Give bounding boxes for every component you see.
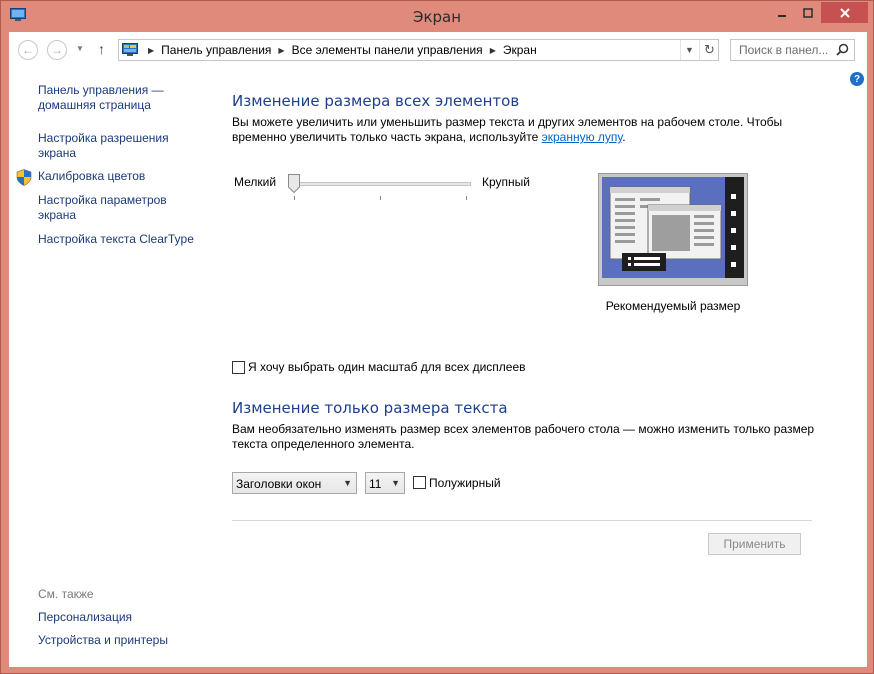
- search-placeholder: Поиск в панел...: [739, 43, 829, 57]
- breadcrumb-item[interactable]: Панель управления: [161, 43, 271, 57]
- navigation-bar: ← → ▼ ↑ ▶ Панель управления ▶ Все элемен…: [9, 32, 867, 65]
- sidebar-link-devices-printers[interactable]: Устройства и принтеры: [38, 633, 168, 648]
- forward-arrow-icon: →: [51, 43, 63, 57]
- breadcrumb-arrow-icon[interactable]: ▶: [490, 46, 496, 55]
- content-area: ? Панель управления — домашняя страница …: [9, 65, 867, 667]
- divider: [232, 520, 812, 521]
- chevron-down-icon: ▼: [76, 44, 84, 53]
- back-arrow-icon: ←: [22, 43, 34, 57]
- slider-tick: [380, 196, 381, 200]
- minimize-button[interactable]: [768, 2, 795, 23]
- slider-max-label: Крупный: [482, 175, 530, 189]
- window: Экран ← → ▼ ↑ ▶ Панель управления ▶ Все …: [0, 0, 874, 674]
- description-period: .: [622, 130, 626, 144]
- element-select[interactable]: Заголовки окон ▼: [232, 472, 357, 494]
- close-button[interactable]: [821, 2, 868, 23]
- breadcrumb-item[interactable]: Все элементы панели управления: [292, 43, 483, 57]
- refresh-button[interactable]: ↻: [699, 40, 719, 60]
- size-slider-track[interactable]: [289, 182, 471, 186]
- sidebar-link-cleartype[interactable]: Настройка текста ClearType: [38, 232, 194, 247]
- size-slider-thumb[interactable]: [288, 174, 300, 193]
- sidebar-link-resolution[interactable]: Настройка разрешения экрана: [38, 131, 188, 161]
- bold-checkbox[interactable]: [413, 476, 426, 489]
- single-scale-checkbox-label[interactable]: Я хочу выбрать один масштаб для всех дис…: [248, 360, 526, 374]
- slider-min-label: Мелкий: [234, 175, 277, 189]
- bold-checkbox-label[interactable]: Полужирный: [429, 476, 501, 490]
- preview-caption: Рекомендуемый размер: [605, 299, 741, 313]
- forward-button[interactable]: →: [47, 40, 67, 60]
- up-button[interactable]: ↑: [98, 41, 105, 57]
- refresh-icon: ↻: [704, 42, 715, 57]
- description-text: Вы можете увеличить или уменьшить размер…: [232, 115, 783, 144]
- control-panel-icon: [122, 43, 138, 56]
- sidebar-link-color-calibration[interactable]: Калибровка цветов: [38, 169, 145, 184]
- magnifier-link[interactable]: экранную лупу: [542, 130, 623, 144]
- breadcrumb-arrow-icon[interactable]: ▶: [148, 46, 154, 55]
- address-dropdown-button[interactable]: ▼: [680, 40, 698, 60]
- sidebar-link-control-panel-home[interactable]: Панель управления — домашняя страница: [38, 83, 198, 113]
- maximize-icon: [803, 7, 813, 18]
- section-heading-text-size: Изменение только размера текста: [232, 399, 508, 417]
- sidebar-link-display-settings[interactable]: Настройка параметров экрана: [38, 193, 188, 223]
- shield-icon: [16, 169, 32, 186]
- search-icon[interactable]: [836, 43, 849, 56]
- section-description-text-size: Вам необязательно изменять размер всех э…: [232, 422, 815, 451]
- chevron-down-icon: ▼: [685, 45, 694, 55]
- element-select-value: Заголовки окон: [236, 477, 322, 491]
- slider-tick: [466, 196, 467, 200]
- up-arrow-icon: ↑: [98, 41, 105, 57]
- title-bar[interactable]: Экран: [1, 1, 873, 32]
- section-heading-all-items: Изменение размера всех элементов: [232, 92, 520, 110]
- see-also-heading: См. также: [38, 587, 94, 601]
- slider-tick: [294, 196, 295, 200]
- minimize-icon: [777, 14, 786, 17]
- font-size-select[interactable]: 11 ▼: [365, 472, 405, 494]
- section-description-all-items: Вы можете увеличить или уменьшить размер…: [232, 115, 822, 145]
- chevron-down-icon: ▼: [391, 478, 400, 488]
- apply-button[interactable]: Применить: [708, 533, 801, 555]
- maximize-button[interactable]: [795, 2, 821, 23]
- help-icon[interactable]: ?: [850, 72, 864, 86]
- font-size-select-value: 11: [369, 477, 382, 491]
- breadcrumb: ▶ Панель управления ▶ Все элементы панел…: [141, 43, 537, 57]
- recent-locations-dropdown[interactable]: ▼: [76, 44, 84, 53]
- chevron-down-icon: ▼: [343, 478, 352, 488]
- breadcrumb-item[interactable]: Экран: [503, 43, 537, 57]
- back-button[interactable]: ←: [18, 40, 38, 60]
- search-input[interactable]: Поиск в панел...: [730, 39, 855, 61]
- address-bar[interactable]: ▶ Панель управления ▶ Все элементы панел…: [118, 39, 719, 61]
- size-preview-image: [598, 173, 748, 286]
- single-scale-checkbox[interactable]: [232, 361, 245, 374]
- breadcrumb-arrow-icon[interactable]: ▶: [278, 46, 284, 55]
- window-title: Экран: [412, 8, 462, 26]
- close-icon: [839, 7, 850, 18]
- sidebar-link-personalization[interactable]: Персонализация: [38, 610, 132, 625]
